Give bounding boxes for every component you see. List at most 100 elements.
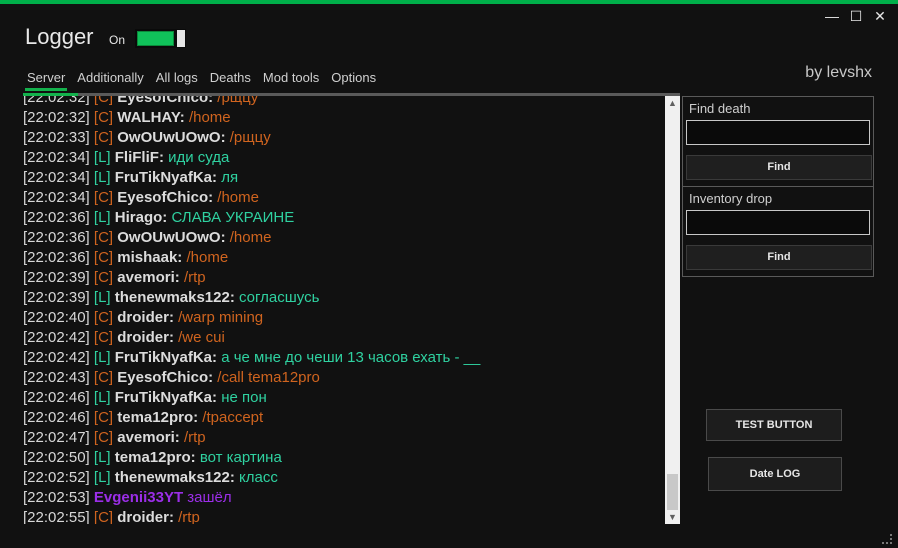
log-line: [22:02:36] [C] mishaak: /home bbox=[23, 249, 229, 266]
log-channel-tag: [C] bbox=[93, 109, 114, 126]
log-line: [22:02:47] [C] avemori: /rtp bbox=[23, 429, 206, 446]
tab-all-logs[interactable]: All logs bbox=[156, 70, 198, 89]
maximize-button[interactable]: ☐ bbox=[846, 6, 866, 26]
log-line: [22:02:39] [L] thenewmaks122: согласшусь bbox=[23, 289, 320, 306]
tab-mod-tools[interactable]: Mod tools bbox=[263, 70, 319, 89]
log-channel-tag: [C] bbox=[93, 509, 114, 524]
minimize-button[interactable]: — bbox=[822, 6, 842, 26]
tab-options[interactable]: Options bbox=[331, 70, 376, 89]
log-line: [22:02:42] [L] FruTikNyafKa: а че мне до… bbox=[23, 349, 481, 366]
tab-deaths[interactable]: Deaths bbox=[210, 70, 251, 89]
log-message: /home bbox=[186, 249, 229, 266]
toggle-knob[interactable] bbox=[177, 30, 185, 47]
log-channel-tag: [C] bbox=[93, 429, 114, 446]
log-timestamp: [22:02:53] bbox=[23, 489, 90, 506]
log-message: вот картина bbox=[199, 449, 282, 466]
find-death-input[interactable] bbox=[686, 120, 870, 145]
log-channel-tag: [C] bbox=[93, 129, 114, 146]
log-message: /рщцу bbox=[229, 129, 271, 146]
log-message: /warp mining bbox=[178, 309, 264, 326]
log-line: [22:02:34] [C] EyesofChico: /home bbox=[23, 189, 259, 206]
chat-log[interactable]: [22:02:32] [C] EyesofChico: /рщцу [22:02:… bbox=[23, 96, 664, 524]
log-nickname: FruTikNyafKa bbox=[114, 349, 213, 366]
log-nickname: FliFliF bbox=[114, 149, 159, 166]
log-timestamp: [22:02:32] bbox=[23, 96, 90, 106]
log-nickname: droider bbox=[117, 329, 169, 346]
log-message: /rtp bbox=[183, 269, 206, 286]
log-nickname: EyesofChico bbox=[117, 189, 209, 206]
log-line: [22:02:43] [C] EyesofChico: /call tema12… bbox=[23, 369, 320, 386]
log-line: [22:02:36] [C] OwOUwUOwO: /home bbox=[23, 229, 272, 246]
log-timestamp: [22:02:34] bbox=[23, 149, 90, 166]
log-nickname: Hirago bbox=[114, 209, 163, 226]
log-message: /rtp bbox=[183, 429, 206, 446]
log-message: /call tema12pro bbox=[217, 369, 320, 386]
toggle-label: On bbox=[109, 33, 126, 47]
log-timestamp: [22:02:42] bbox=[23, 349, 90, 366]
log-line: [22:02:53] Evgenii33YT зашёл bbox=[23, 488, 480, 508]
log-timestamp: [22:02:34] bbox=[23, 169, 90, 186]
inventory-drop-panel: Inventory drop Find bbox=[682, 186, 874, 277]
log-nickname: OwOUwUOwO bbox=[117, 229, 221, 246]
tab-bar: Server Additionally All logs Deaths Mod … bbox=[24, 70, 388, 91]
test-button[interactable]: TEST BUTTON bbox=[706, 409, 842, 441]
log-channel-tag: [L] bbox=[93, 349, 111, 366]
log-channel-tag: [L] bbox=[93, 469, 111, 486]
log-message: а че мне до чеши 13 часов ехать - __ bbox=[221, 349, 481, 366]
log-message: согласшусь bbox=[239, 289, 320, 306]
log-message: /рщцу bbox=[217, 96, 259, 106]
log-timestamp: [22:02:36] bbox=[23, 229, 90, 246]
log-nickname: WALHAY bbox=[117, 109, 180, 126]
log-channel-tag: [C] bbox=[93, 309, 114, 326]
log-line: [22:02:52] [L] thenewmaks122: класс bbox=[23, 469, 278, 486]
log-nickname: tema12pro bbox=[114, 449, 191, 466]
log-channel-tag: [C] bbox=[93, 96, 114, 106]
log-message: /tpaccept bbox=[202, 409, 264, 426]
log-timestamp: [22:02:47] bbox=[23, 429, 90, 446]
log-line: [22:02:46] [L] FruTikNyafKa: не пон bbox=[23, 389, 267, 406]
log-message: класс bbox=[239, 469, 278, 486]
log-channel-tag: [C] bbox=[93, 229, 114, 246]
log-timestamp: [22:02:34] bbox=[23, 189, 90, 206]
log-line: [22:02:50] [L] tema12pro: вот картина bbox=[23, 449, 282, 466]
find-death-button[interactable]: Find bbox=[686, 155, 872, 180]
logger-toggle[interactable] bbox=[135, 29, 186, 48]
log-timestamp: [22:02:39] bbox=[23, 269, 90, 286]
close-button[interactable]: ✕ bbox=[870, 6, 890, 26]
log-channel-tag: [L] bbox=[93, 149, 111, 166]
log-line: [22:02:34] [L] FruTikNyafKa: ля bbox=[23, 169, 239, 186]
log-line: [22:02:46] [C] tema12pro: /tpaccept bbox=[23, 409, 264, 426]
find-death-panel: Find death Find bbox=[682, 96, 874, 187]
log-timestamp: [22:02:43] bbox=[23, 369, 90, 386]
log-scrollbar[interactable]: ▲ ▼ bbox=[665, 96, 680, 524]
log-message: /home bbox=[188, 109, 231, 126]
inventory-drop-input[interactable] bbox=[686, 210, 870, 235]
log-nickname: tema12pro bbox=[117, 409, 194, 426]
tab-additionally[interactable]: Additionally bbox=[77, 70, 144, 89]
find-death-label: Find death bbox=[689, 101, 751, 116]
log-message: ля bbox=[221, 169, 239, 186]
log-channel-tag: [L] bbox=[93, 389, 111, 406]
log-timestamp: [22:02:39] bbox=[23, 289, 90, 306]
log-timestamp: [22:02:40] bbox=[23, 309, 90, 326]
date-log-button[interactable]: Date LOG bbox=[708, 457, 842, 491]
scroll-down-arrow-icon[interactable]: ▼ bbox=[665, 510, 680, 524]
resize-grip-icon[interactable] bbox=[882, 534, 892, 544]
log-nickname: avemori bbox=[117, 269, 175, 286]
log-message: иди суда bbox=[168, 149, 230, 166]
author-byline: by levshx bbox=[805, 64, 872, 81]
log-timestamp: [22:02:55] bbox=[23, 509, 90, 524]
log-channel-tag: [L] bbox=[93, 449, 111, 466]
log-timestamp: [22:02:32] bbox=[23, 109, 90, 126]
log-line: [22:02:42] [C] droider: /we cui bbox=[23, 329, 225, 346]
tab-server[interactable]: Server bbox=[24, 70, 68, 91]
log-nickname: mishaak bbox=[117, 249, 178, 266]
inventory-drop-button[interactable]: Find bbox=[686, 245, 872, 270]
log-channel-tag: [C] bbox=[93, 369, 114, 386]
log-line: [22:02:33] [C] OwOUwUOwO: /рщцу bbox=[23, 129, 271, 146]
log-nickname: thenewmaks122 bbox=[114, 469, 230, 486]
scroll-up-arrow-icon[interactable]: ▲ bbox=[665, 96, 680, 110]
inventory-drop-label: Inventory drop bbox=[689, 191, 773, 206]
scroll-thumb[interactable] bbox=[667, 474, 678, 510]
log-channel-tag: [L] bbox=[93, 289, 111, 306]
